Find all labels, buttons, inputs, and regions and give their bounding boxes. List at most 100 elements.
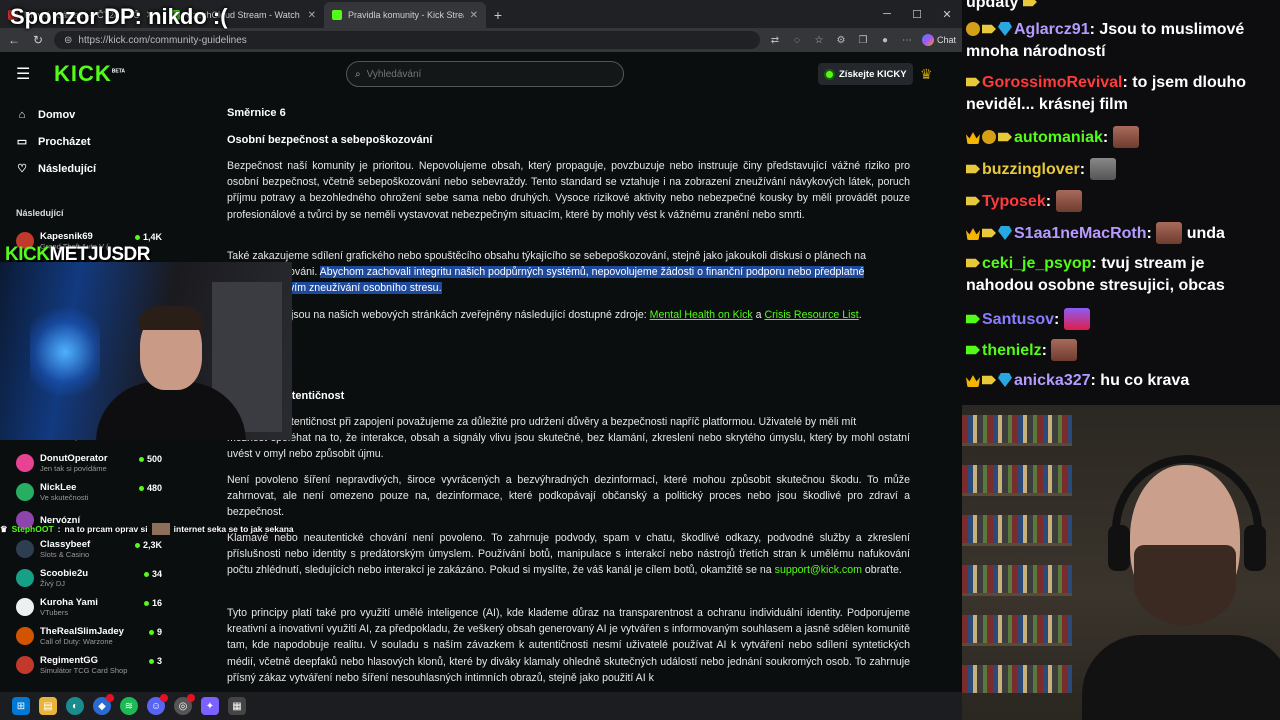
- close-window-icon[interactable]: ✕: [932, 0, 962, 28]
- reader-icon[interactable]: ◌: [790, 35, 804, 46]
- selected-text: vím zneužívání osobního stresu.: [289, 282, 442, 295]
- obs-icon[interactable]: ◎: [174, 694, 195, 715]
- chat-username[interactable]: Aglarcz91: [1014, 21, 1090, 38]
- file-explorer-icon[interactable]: ▤: [39, 697, 57, 715]
- followed-channel[interactable]: RegimentGG Simulátor TCG Card Shop 3: [16, 650, 210, 679]
- chat-username[interactable]: Santusov: [982, 311, 1054, 328]
- viewer-count-value: 480: [146, 483, 162, 493]
- tab-guidelines[interactable]: Pravidla komunity - Kick Streaming ✕: [324, 2, 486, 28]
- edge-browser-icon[interactable]: ◐: [66, 697, 84, 715]
- spotify-icon[interactable]: ≋: [120, 697, 138, 715]
- url-field[interactable]: ⊜ https://kick.com/community-guidelines: [54, 31, 760, 49]
- windows-start-icon[interactable]: ⊞: [12, 697, 30, 715]
- kick-overlay-logo: KICK: [5, 244, 50, 265]
- chat-label: Chat: [936, 35, 956, 45]
- new-tab-button[interactable]: +: [486, 2, 510, 28]
- mental-health-link[interactable]: Mental Health on Kick: [650, 309, 753, 321]
- followed-channel[interactable]: Classybeef Slots & Casino 2,3K: [16, 534, 210, 563]
- copilot-chat-button[interactable]: Chat: [921, 34, 956, 46]
- streamer-webcam: [0, 262, 292, 440]
- viewer-count-value: 16: [151, 598, 162, 608]
- kick-badge-icon: [982, 24, 996, 34]
- extensions-icon[interactable]: ⚙: [834, 35, 848, 46]
- section-subheading: Osobní bezpečnost a sebepoškozování: [227, 134, 433, 146]
- chat-username[interactable]: buzzinglover: [982, 161, 1080, 178]
- viewer-count: 16: [143, 598, 162, 608]
- paragraph: Také zakazujeme sdílení grafického nebo …: [227, 248, 910, 297]
- chat-username[interactable]: anicka327: [1014, 372, 1091, 389]
- live-dot-icon: [148, 629, 154, 635]
- followed-channel[interactable]: NickLee Ve skutečnosti 480: [16, 477, 210, 506]
- app-icon[interactable]: ◆: [93, 694, 114, 715]
- emote-icon: [151, 523, 170, 535]
- viewer-count-value: 1,4K: [142, 232, 162, 242]
- close-tab-icon[interactable]: ✕: [308, 10, 316, 21]
- followed-channel[interactable]: Scoobie2u Živý DJ 34: [16, 563, 210, 592]
- get-kicky-button[interactable]: Získejte KICKY: [818, 63, 913, 85]
- avatar: [16, 568, 34, 587]
- paragraph: utentičnost při zapojení považujeme za d…: [227, 414, 910, 463]
- kick-badge-icon: [966, 258, 980, 268]
- close-tab-icon[interactable]: ✕: [470, 10, 478, 21]
- following-heading: Následující: [16, 208, 64, 218]
- sidebar-item-following[interactable]: ♡ Následující: [16, 155, 210, 182]
- chat-username[interactable]: automaniak: [1014, 129, 1103, 146]
- followed-channel[interactable]: DonutOperator Jen tak si povídáme 500: [16, 448, 210, 477]
- live-dot-icon: [138, 485, 144, 491]
- windows-taskbar: ⊞ ▤ ◐ ◆ ≋ ☺ ◎ ✦ ▦: [0, 692, 962, 720]
- kick-badge-icon: [982, 375, 996, 385]
- second-webcam: [962, 405, 1280, 720]
- favorite-star-icon[interactable]: ☆: [812, 35, 826, 46]
- channel-name: DonutOperator: [40, 452, 108, 464]
- translate-icon[interactable]: ⇄: [768, 35, 782, 46]
- followed-channel[interactable]: Kuroha Yami VTubers 16: [16, 592, 210, 621]
- kick-favicon-icon: [332, 10, 342, 20]
- user-menu-icon[interactable]: ♛: [920, 66, 933, 83]
- chat-username[interactable]: Typosek: [982, 193, 1046, 210]
- copilot-icon[interactable]: ✦: [201, 697, 219, 715]
- chat-username[interactable]: S1aa1neMacRoth: [1014, 225, 1147, 242]
- channel-category: Call of Duty: Warzone: [40, 636, 113, 646]
- crisis-resource-link[interactable]: Crisis Resource List: [765, 309, 859, 321]
- stream-chat: updaty Aglarcz91: Jsou to muslimové mnoh…: [962, 0, 1280, 405]
- channel-category: Živý DJ: [40, 578, 65, 588]
- maximize-icon[interactable]: ☐: [902, 0, 932, 28]
- home-icon: ⌂: [18, 108, 26, 121]
- live-dot-icon: [148, 658, 154, 664]
- live-dot-icon: [134, 542, 140, 548]
- emote-icon: [1051, 339, 1078, 361]
- paragraph-fragment: a: [755, 309, 762, 321]
- site-info-icon[interactable]: ⊜: [64, 35, 72, 46]
- back-icon[interactable]: ←: [6, 33, 22, 47]
- sidebar-item-home[interactable]: ⌂ Domov: [16, 101, 210, 128]
- more-menu-icon[interactable]: ⋯: [900, 35, 914, 46]
- kick-logo[interactable]: KICKBETA: [54, 61, 125, 87]
- chat-message: Typosek:: [966, 190, 1276, 213]
- support-email-link[interactable]: support@kick.com: [775, 564, 862, 576]
- search-bar[interactable]: ⌕: [346, 61, 624, 87]
- collections-icon[interactable]: ❐: [856, 35, 870, 46]
- sidebar-item-browse[interactable]: ▭ Procházet: [16, 128, 210, 155]
- emote-icon: [1112, 126, 1139, 148]
- menu-icon[interactable]: ☰: [16, 64, 34, 84]
- avatar: [16, 482, 34, 501]
- crown-badge-icon: [966, 132, 980, 144]
- discord-icon[interactable]: ☺: [147, 694, 168, 715]
- followed-channel[interactable]: TheRealSlimJadey Call of Duty: Warzone 9: [16, 621, 210, 650]
- chat-username[interactable]: GorossimoRevival: [982, 74, 1123, 91]
- chat-message: ceki_je_psyop: tvuj stream je nahodou os…: [966, 255, 1225, 294]
- chat-username[interactable]: ceki_je_psyop: [982, 255, 1091, 272]
- minimize-icon[interactable]: ─: [872, 0, 902, 28]
- profile-avatar-icon[interactable]: ●: [878, 35, 892, 46]
- ticker-message: na to prcam oprav si: [64, 524, 148, 534]
- notepad-icon[interactable]: ▦: [228, 697, 246, 715]
- avatar: [16, 597, 34, 616]
- chat-message: Aglarcz91: Jsou to muslimové mnoha národ…: [966, 21, 1245, 60]
- chat-text: updaty: [966, 0, 1019, 11]
- chat-username[interactable]: thenielz: [982, 342, 1042, 359]
- viewer-count: 34: [143, 569, 162, 579]
- reload-icon[interactable]: ↻: [30, 33, 46, 47]
- search-input[interactable]: [366, 68, 615, 80]
- viewer-count: 480: [138, 483, 162, 493]
- channel-overlay: KICKMETJUSDR: [5, 244, 150, 266]
